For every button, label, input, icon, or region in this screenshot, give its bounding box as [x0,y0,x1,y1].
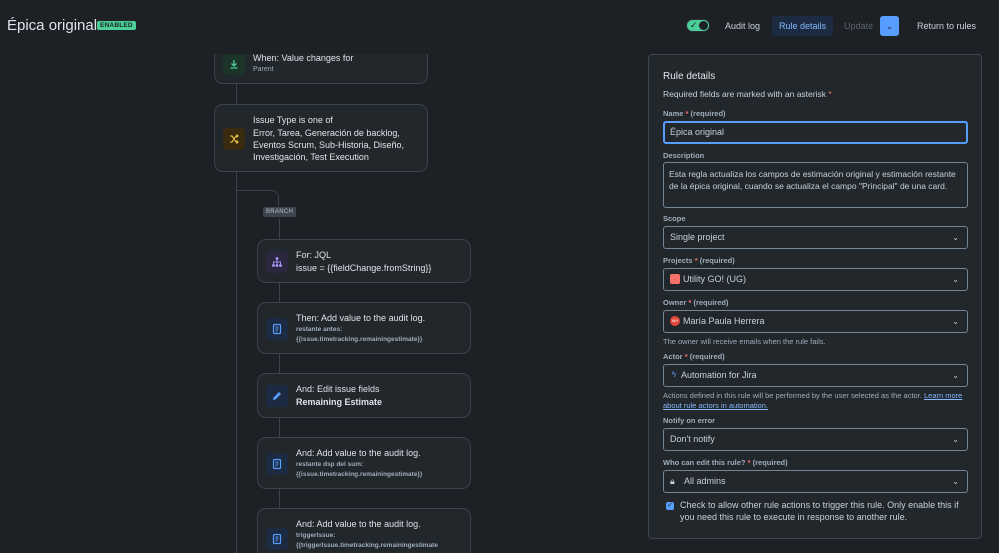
owner-hint: The owner will receive emails when the r… [663,337,826,346]
action-card[interactable]: Then: Add value to the audit log. restan… [257,302,471,354]
chevron-down-icon: ⌄ [952,233,959,242]
lock-icon: 🔒︎ [670,475,675,486]
chevron-down-icon: ⌄ [885,21,894,31]
enable-toggle[interactable]: ✓ [686,19,710,32]
name-label: Name * (required) [663,109,726,118]
audit-log-button[interactable]: Audit log [718,16,767,36]
document-icon [266,453,288,475]
check-icon: ✓ [690,20,698,30]
chevron-down-icon: ⌄ [952,477,959,486]
connector-line [279,219,280,239]
projects-select[interactable]: Utility GO! (UG) ⌄ [663,268,968,291]
shuffle-icon [223,128,245,150]
allow-trigger-checkbox[interactable]: ✓ [666,502,674,510]
connector-line [279,354,280,373]
rule-canvas: BRANCH When: Value changes for Parent Is… [0,54,640,553]
avatar: MH [670,315,680,326]
card-body-line: restante dsp del sum: [296,461,364,468]
hierarchy-icon [266,251,288,273]
action-card[interactable]: And: Add value to the audit log. trigger… [257,508,471,553]
chevron-down-icon: ⌄ [952,371,959,380]
automation-icon: ϟ [671,369,677,379]
notify-value: Don't notify [670,434,715,444]
connector-line [236,172,237,553]
actor-value: Automation for Jira [681,370,757,380]
return-to-rules-button[interactable]: Return to rules [910,16,983,36]
actor-label: Actor * (required) [663,352,725,361]
card-body-line: triggerIssue: [296,532,336,539]
connector-line [279,489,280,508]
projects-value: Utility GO! (UG) [683,274,746,284]
description-textarea[interactable]: Esta regla actualiza los campos de estim… [663,162,968,208]
panel-heading: Rule details [663,71,716,82]
connector-line [279,418,280,437]
document-icon [266,528,288,550]
branch-card[interactable]: For: JQL issue = {{fieldChange.fromStrin… [257,239,471,283]
action-card[interactable]: And: Add value to the audit log. restant… [257,437,471,489]
document-icon [266,318,288,340]
card-body-line: {{issue.timetracking.remainingestimate}} [296,471,423,478]
scope-label: Scope [663,214,686,223]
card-body-line: Error, Tarea, Generación de backlog, [253,128,400,138]
name-input[interactable]: Épica original [663,121,968,144]
connector-line [236,84,237,104]
card-body-line: Investigación, Test Execution [253,152,369,162]
who-can-edit-select[interactable]: 🔒︎ All admins ⌄ [663,470,968,493]
card-body-line: restante antes: [296,326,343,333]
owner-label: Owner * (required) [663,298,729,307]
allow-trigger-text: Check to allow other rule actions to tri… [680,500,959,522]
action-card[interactable]: And: Edit issue fields Remaining Estimat… [257,373,471,418]
branch-connector [236,190,279,206]
card-body-line: Remaining Estimate [296,397,383,407]
actor-select[interactable]: ϟ Automation for Jira ⌄ [663,364,968,387]
rule-details-panel: Rule details Required fields are marked … [648,54,982,539]
who-can-edit-label: Who can edit this rule? * (required) [663,458,788,467]
toggle-knob [699,21,708,30]
description-label: Description [663,151,705,160]
update-button[interactable]: Update [837,16,880,36]
notify-label: Notify on error [663,416,716,425]
notify-select[interactable]: Don't notify ⌄ [663,428,968,451]
learn-more-link[interactable]: Learn more [924,391,962,400]
card-title: And: Edit issue fields [296,384,380,394]
card-body-line: issue = {{fieldChange.fromString}} [296,263,432,273]
connector-line [279,283,280,302]
pencil-icon [266,385,288,407]
status-badge: ENABLED [97,21,136,30]
card-title: Then: Add value to the audit log. [296,313,426,323]
update-options-button[interactable]: ⌄ [880,16,899,36]
branch-label: BRANCH [263,207,297,217]
card-subtitle: Parent [253,66,274,73]
condition-card[interactable]: Issue Type is one of Error, Tarea, Gener… [214,104,428,172]
projects-label: Projects * (required) [663,256,735,265]
card-body-line: Eventos Scrum, Sub-Historia, Diseño, [253,140,405,150]
card-title: Issue Type is one of [253,115,333,125]
page-title: Épica original [7,17,98,34]
project-icon [670,273,680,284]
owner-value: María Paula Herrera [683,316,765,326]
rule-details-button[interactable]: Rule details [772,16,834,36]
chevron-down-icon: ⌄ [952,275,959,284]
scope-value: Single project [670,232,725,242]
owner-select[interactable]: MH María Paula Herrera ⌄ [663,310,968,333]
card-body-line: {{issue.timetracking.remainingestimate}} [296,336,423,343]
learn-more-link-cont[interactable]: about rule actors in automation. [663,401,768,410]
card-body-line: {{triggerIssue.timetracking.remainingest… [296,542,438,549]
card-title: When: Value changes for [253,54,354,63]
actor-hint: Actions defined in this rule will be per… [663,391,963,410]
card-title: And: Add value to the audit log. [296,448,421,458]
card-title: For: JQL [296,250,332,260]
download-arrow-icon [223,54,245,75]
chevron-down-icon: ⌄ [952,317,959,326]
card-title: And: Add value to the audit log. [296,519,421,529]
who-can-edit-value: All admins [684,476,726,486]
trigger-card[interactable]: When: Value changes for Parent [214,54,428,84]
page-header: Épica original ENABLED ✓ Audit log Rule … [0,0,999,54]
required-note: Required fields are marked with an aster… [663,89,832,99]
scope-select[interactable]: Single project ⌄ [663,226,968,249]
chevron-down-icon: ⌄ [952,435,959,444]
